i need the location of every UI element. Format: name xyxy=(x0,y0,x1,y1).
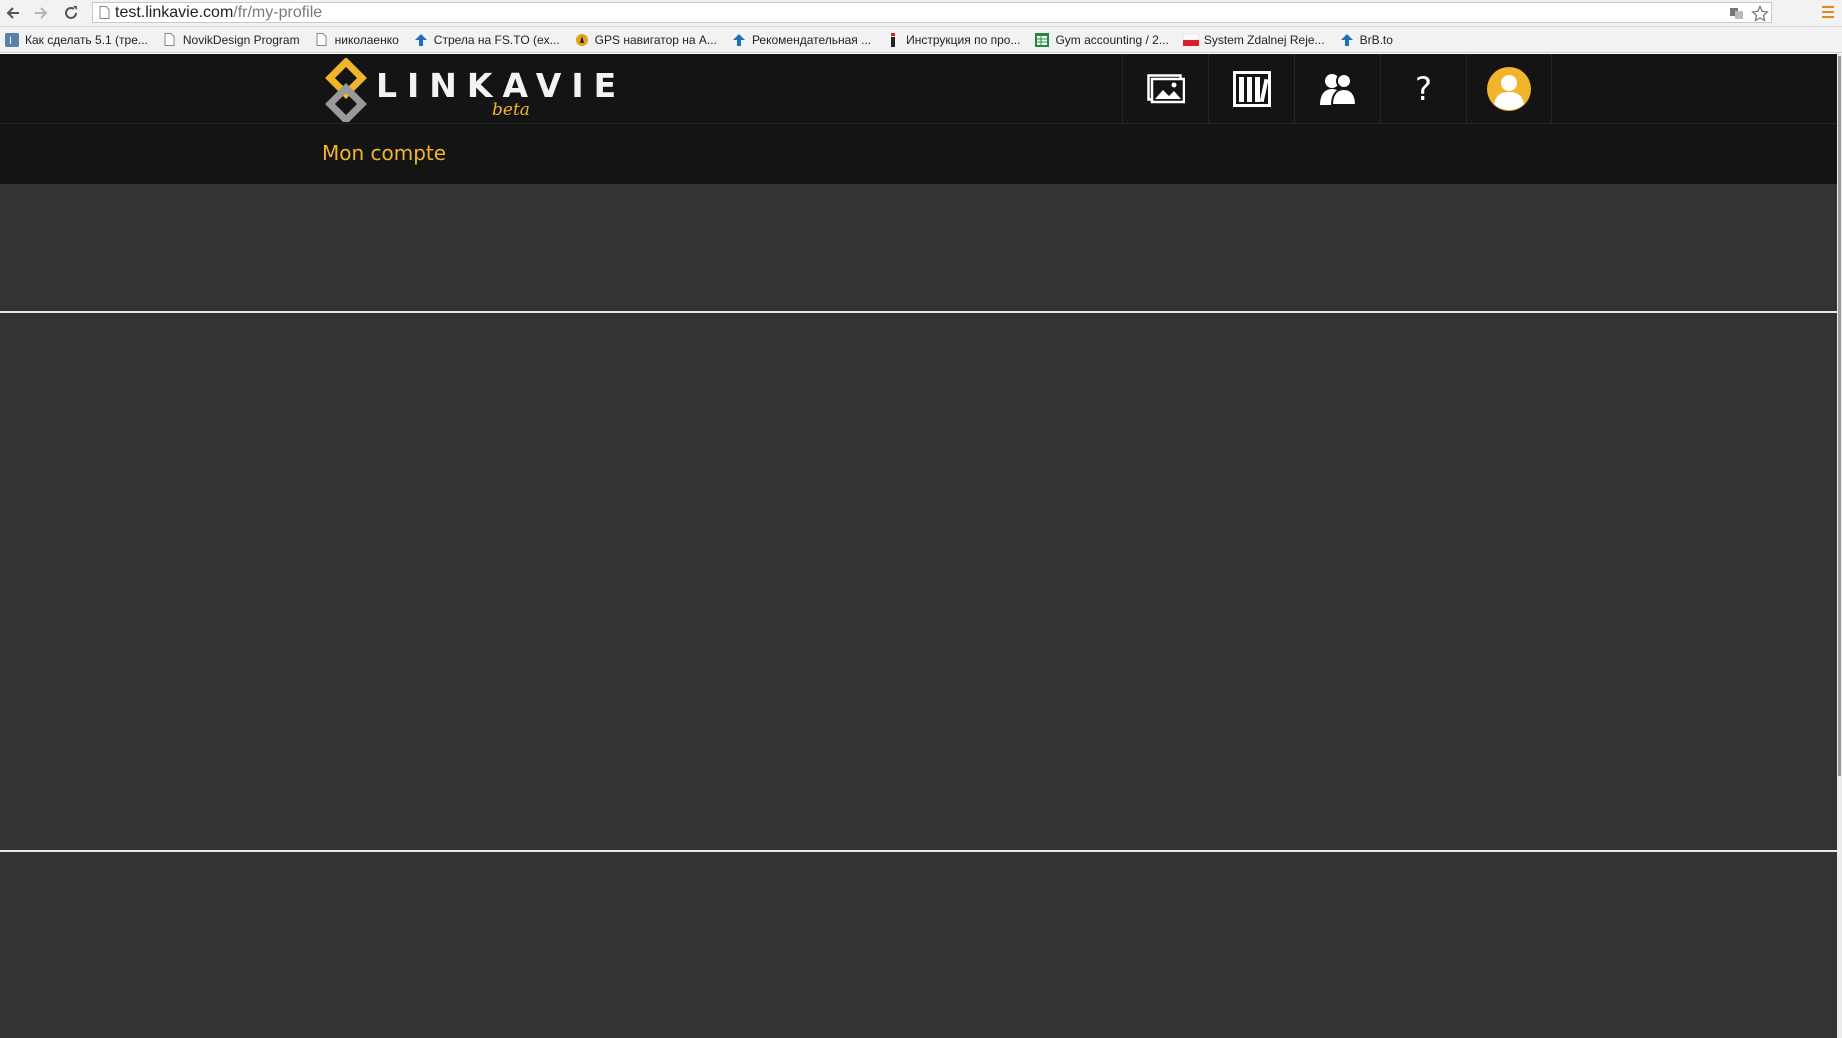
page-scrollbar[interactable] xyxy=(1837,54,1842,1038)
page-viewport: LINKAVIE beta program xyxy=(0,54,1837,1038)
site-header: LINKAVIE beta program xyxy=(0,54,1837,140)
bookmark-item[interactable]: николаенко xyxy=(314,32,399,48)
bookmark-label: GPS навигатор на A... xyxy=(594,32,717,47)
bookmark-item[interactable]: Gym accounting / 2... xyxy=(1034,32,1169,48)
bookshelf-icon xyxy=(1232,71,1271,107)
page-title: Mon compte xyxy=(322,141,447,165)
page-icon xyxy=(314,32,330,48)
nav-gallery[interactable] xyxy=(1122,54,1208,124)
address-bar[interactable]: test.linkavie.com/fr/my-profile xyxy=(92,2,1772,23)
bookmark-label: Gym accounting / 2... xyxy=(1055,32,1169,47)
polish-flag-icon xyxy=(1182,32,1199,48)
bookmark-label: Как сделать 5.1 (тре... xyxy=(25,32,148,47)
image-gallery-icon xyxy=(1146,74,1185,104)
bookmark-label: николаенко xyxy=(334,32,399,47)
bookmark-label: NovikDesign Program xyxy=(182,32,300,47)
bookmark-label: BrB.to xyxy=(1359,32,1393,47)
nav-help[interactable]: ? xyxy=(1380,54,1466,124)
browser-menu-button[interactable] xyxy=(1820,4,1836,22)
translate-icon[interactable] xyxy=(1729,5,1745,21)
url-text: test.linkavie.com/fr/my-profile xyxy=(115,4,322,22)
bookmark-label: Рекомендательная ... xyxy=(751,32,872,47)
page-icon xyxy=(99,6,110,19)
forward-button[interactable] xyxy=(28,1,54,25)
spreadsheet-icon xyxy=(1034,32,1050,48)
gps-icon xyxy=(574,32,590,48)
site-logo[interactable]: LINKAVIE beta program xyxy=(322,58,616,140)
bookmark-item[interactable]: Инструкция по про... xyxy=(885,32,1020,48)
bookmark-item[interactable]: l Как сделать 5.1 (тре... xyxy=(4,32,148,48)
users-icon xyxy=(1319,73,1357,106)
bookmark-item[interactable]: Стрела на FS.TO (ex... xyxy=(413,32,560,48)
nav-people[interactable] xyxy=(1294,54,1380,124)
nav-profile[interactable] xyxy=(1466,54,1552,124)
bookmark-label: Инструкция по про... xyxy=(906,32,1021,47)
blue-arrow-up-icon xyxy=(731,32,747,48)
section-divider-bottom xyxy=(0,850,1837,852)
scrollbar-thumb[interactable] xyxy=(1838,56,1841,776)
bookmark-label: Стрела на FS.TO (ex... xyxy=(433,32,560,47)
page-icon xyxy=(162,32,178,48)
info-icon xyxy=(885,32,901,48)
avatar-icon xyxy=(1487,67,1531,111)
bookmark-item[interactable]: GPS навигатор на A... xyxy=(574,32,717,48)
logo-mark-icon xyxy=(325,58,367,122)
url-path: /fr/my-profile xyxy=(233,4,323,21)
nav-library[interactable] xyxy=(1208,54,1294,124)
blue-arrow-up-icon xyxy=(413,32,429,48)
back-button[interactable] xyxy=(0,1,26,25)
bookmark-star-icon[interactable] xyxy=(1751,5,1769,23)
bookmark-label: System Zdalnej Reje... xyxy=(1203,32,1325,47)
reload-icon xyxy=(65,6,77,19)
bookmarks-bar: l Как сделать 5.1 (тре... NovikDesign Pr… xyxy=(0,27,1842,53)
bookmark-item[interactable]: NovikDesign Program xyxy=(162,32,300,48)
bookmark-item[interactable]: BrB.to xyxy=(1339,32,1393,48)
section-divider-top xyxy=(0,311,1837,313)
top-nav: ? xyxy=(1122,54,1552,124)
back-arrow-icon xyxy=(6,7,19,19)
blue-square-icon: l xyxy=(4,32,20,48)
url-host: test.linkavie.com xyxy=(115,4,234,21)
forward-arrow-icon xyxy=(35,7,48,19)
blue-arrow-up-icon xyxy=(1339,32,1355,48)
page-title-bar: Mon compte xyxy=(0,124,1837,184)
browser-toolbar: test.linkavie.com/fr/my-profile xyxy=(0,0,1842,27)
menu-icon xyxy=(1822,6,1834,18)
help-question-icon: ? xyxy=(1415,70,1432,108)
bookmark-item[interactable]: Рекомендательная ... xyxy=(731,32,871,48)
svg-text:l: l xyxy=(9,36,12,47)
reload-button[interactable] xyxy=(58,1,84,25)
bookmark-item[interactable]: System Zdalnej Reje... xyxy=(1182,32,1325,48)
omnibox-actions xyxy=(1729,5,1769,23)
